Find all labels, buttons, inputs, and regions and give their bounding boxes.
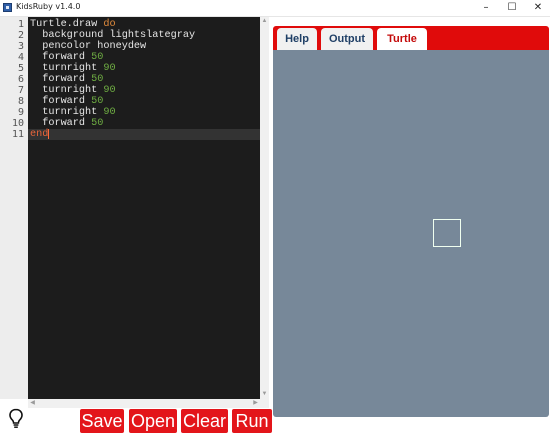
code-token: turnright	[30, 85, 104, 96]
scroll-right-icon[interactable]: ▶	[251, 399, 260, 408]
line-number: 2	[17, 30, 24, 41]
current-line-highlight	[28, 129, 260, 140]
line-number-gutter: 1 2 3 4 5 6 7 8 9 10 11	[0, 17, 28, 399]
clear-button[interactable]: Clear	[181, 409, 228, 433]
scroll-left-icon[interactable]: ◀	[28, 399, 37, 408]
code-token: turnright	[30, 63, 104, 74]
tab-output[interactable]: Output	[321, 28, 373, 50]
line-number: 6	[17, 74, 24, 85]
window-title: KidsRuby v1.4.0	[16, 2, 81, 11]
tab-help[interactable]: Help	[277, 28, 317, 50]
line-number: 1	[17, 19, 24, 30]
code-token: Turtle.draw	[30, 19, 104, 30]
output-panel: Help Output Turtle	[273, 26, 549, 417]
line-number: 7	[17, 85, 24, 96]
tab-turtle[interactable]: Turtle	[377, 28, 427, 50]
code-line[interactable]: background lightslategray	[30, 30, 195, 41]
code-line[interactable]: forward 50	[30, 96, 103, 107]
scrollbar-corner	[260, 399, 269, 408]
code-token: pencolor honeydew	[30, 41, 147, 52]
code-token: end	[30, 129, 49, 140]
editor-vertical-scrollbar[interactable]: ▲ ▼	[260, 17, 269, 399]
open-button[interactable]: Open	[129, 409, 177, 433]
turtle-canvas	[273, 50, 549, 417]
line-number: 10	[11, 118, 24, 129]
turtle-drawn-square	[433, 219, 461, 247]
code-token: forward	[30, 118, 92, 129]
code-token: 50	[91, 118, 104, 129]
code-token: turnright	[30, 107, 104, 118]
line-number: 11	[11, 129, 24, 140]
code-line[interactable]: turnright 90	[30, 63, 116, 74]
code-token: 50	[91, 74, 104, 85]
code-line[interactable]: pencolor honeydew	[30, 41, 146, 52]
line-number: 5	[17, 63, 24, 74]
code-token: background lightslategray	[30, 30, 196, 41]
line-number: 9	[17, 107, 24, 118]
code-line[interactable]: forward 50	[30, 118, 103, 129]
code-token: do	[103, 19, 116, 30]
code-line[interactable]: forward 50	[30, 52, 103, 63]
scroll-up-icon[interactable]: ▲	[260, 17, 269, 26]
code-editor[interactable]: Turtle.draw do background lightslategray…	[28, 17, 260, 399]
lightbulb-icon[interactable]	[8, 408, 24, 430]
code-line[interactable]: end	[30, 129, 50, 140]
app-icon	[3, 3, 12, 12]
tab-strip: Help Output Turtle	[273, 26, 549, 50]
code-token: forward	[30, 96, 92, 107]
line-number: 8	[17, 96, 24, 107]
scroll-down-icon[interactable]: ▼	[260, 390, 269, 399]
line-number: 3	[17, 41, 24, 52]
code-token: 90	[103, 107, 116, 118]
code-line[interactable]: turnright 90	[30, 85, 116, 96]
code-line[interactable]: Turtle.draw do	[30, 19, 116, 30]
title-bar: KidsRuby v1.4.0 – ☐ ✕	[0, 0, 550, 17]
line-number: 4	[17, 52, 24, 63]
editor-horizontal-scrollbar[interactable]: ◀ ▶	[28, 399, 260, 408]
maximize-button[interactable]: ☐	[500, 0, 524, 16]
code-line[interactable]: forward 50	[30, 74, 103, 85]
minimize-button[interactable]: –	[474, 0, 498, 16]
run-button[interactable]: Run	[232, 409, 272, 433]
close-button[interactable]: ✕	[526, 0, 550, 16]
code-token: 50	[91, 96, 104, 107]
text-cursor	[48, 129, 50, 139]
code-line[interactable]: turnright 90	[30, 107, 116, 118]
code-token: 90	[103, 85, 116, 96]
code-token: forward	[30, 74, 92, 85]
save-button[interactable]: Save	[80, 409, 124, 433]
code-token: 50	[91, 52, 104, 63]
code-token: forward	[30, 52, 92, 63]
code-token: 90	[103, 63, 116, 74]
